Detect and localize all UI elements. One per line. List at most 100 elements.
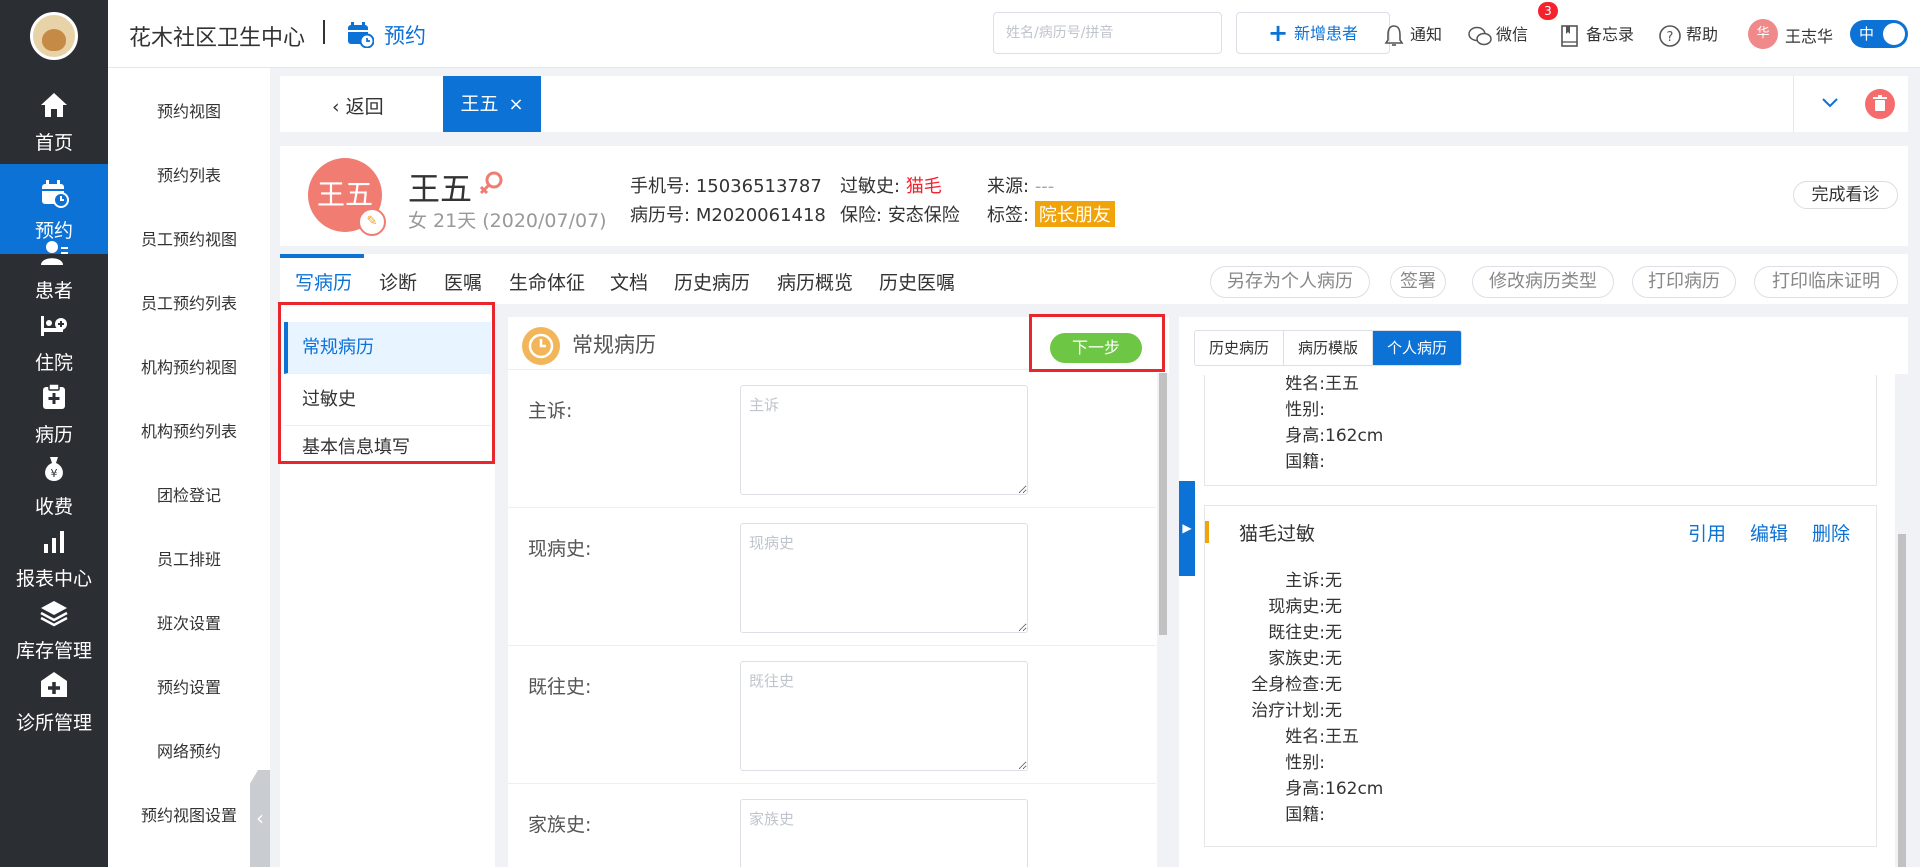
tab-documents[interactable]: 文档 bbox=[610, 268, 648, 295]
subnav-item[interactable]: 预约列表 bbox=[108, 162, 270, 186]
expand-panel-button[interactable]: ▶ bbox=[1179, 481, 1195, 576]
nav-item-clinic-admin[interactable]: 诊所管理 bbox=[0, 656, 108, 734]
clinic-name: 花木社区卫生中心 bbox=[129, 26, 306, 51]
tab-diagnosis[interactable]: 诊断 bbox=[379, 268, 417, 295]
tab-record-overview[interactable]: 病历概览 bbox=[777, 268, 853, 295]
record-value: M2020061418 bbox=[695, 205, 826, 226]
subnav-item[interactable]: 员工预约视图 bbox=[108, 226, 270, 250]
allergy-value: 猫毛 bbox=[905, 176, 942, 197]
notification-button[interactable]: 通知 bbox=[1382, 22, 1442, 48]
patient-avatar-text: 王五 bbox=[316, 178, 373, 211]
field-label: 家族史: bbox=[528, 814, 592, 836]
tab-history-records[interactable]: 历史病历 bbox=[674, 268, 750, 295]
highlight-box bbox=[1029, 314, 1165, 372]
personal-record-card: 猫毛过敏 引用 编辑 删除 主诉:无 现病史:无 既往史:无 家族史:无 全身检… bbox=[1204, 505, 1877, 847]
insurance-value: 安态保险 bbox=[887, 205, 960, 226]
subnav-item[interactable]: 机构预约视图 bbox=[108, 354, 270, 378]
caret-right-icon: ▶ bbox=[1182, 521, 1192, 535]
subnav-item[interactable]: 预约视图设置 bbox=[108, 802, 270, 826]
close-icon[interactable]: × bbox=[508, 94, 523, 115]
field-key: 身高: bbox=[1285, 426, 1325, 446]
subnav-item[interactable]: 网络预约 bbox=[108, 738, 270, 762]
save-personal-record-button[interactable]: 另存为个人病历 bbox=[1210, 266, 1370, 298]
field-key: 姓名: bbox=[1285, 727, 1325, 747]
edit-link[interactable]: 编辑 bbox=[1750, 519, 1788, 546]
field-label: 既往史: bbox=[528, 676, 592, 698]
delete-button[interactable] bbox=[1865, 89, 1895, 119]
field-value: 王五 bbox=[1325, 727, 1359, 747]
past-history-input[interactable] bbox=[740, 661, 1028, 771]
card-title: 猫毛过敏 bbox=[1239, 523, 1316, 545]
family-history-input[interactable] bbox=[740, 799, 1028, 867]
quote-link[interactable]: 引用 bbox=[1688, 519, 1726, 546]
finish-visit-button[interactable]: 完成看诊 bbox=[1793, 181, 1898, 209]
tab-history-orders[interactable]: 历史医嘱 bbox=[879, 268, 955, 295]
tag-value: 院长朋友 bbox=[1034, 201, 1115, 227]
print-record-button[interactable]: 打印病历 bbox=[1632, 266, 1736, 298]
back-button[interactable]: ‹ 返回 bbox=[332, 92, 384, 119]
panel-scrollbar[interactable] bbox=[1895, 374, 1908, 867]
nav-label: 首页 bbox=[34, 132, 73, 154]
form-scrollbar[interactable] bbox=[1157, 373, 1169, 867]
header-divider bbox=[323, 20, 325, 44]
field-key: 家族史: bbox=[1268, 649, 1325, 669]
tab-history-records-ref[interactable]: 历史病历 bbox=[1195, 331, 1285, 365]
notification-label: 通知 bbox=[1410, 25, 1443, 44]
user-avatar-image[interactable] bbox=[30, 12, 78, 60]
user-name[interactable]: 王志华 bbox=[1785, 23, 1833, 47]
user-avatar[interactable]: 华 bbox=[1748, 19, 1778, 49]
calendar-clock-icon bbox=[348, 22, 374, 48]
tab-record-templates[interactable]: 病历模版 bbox=[1284, 331, 1374, 365]
change-record-type-button[interactable]: 修改病历类型 bbox=[1472, 266, 1614, 298]
tab-personal-records[interactable]: 个人病历 bbox=[1373, 331, 1462, 365]
form-row: 家族史: bbox=[508, 783, 1156, 867]
scrollbar-thumb[interactable] bbox=[1159, 373, 1167, 635]
help-button[interactable]: ? 帮助 bbox=[1658, 22, 1718, 48]
subnav-item[interactable]: 机构预约列表 bbox=[108, 418, 270, 442]
scrollbar-thumb[interactable] bbox=[1898, 534, 1906, 867]
subnav-item[interactable]: 员工排班 bbox=[108, 546, 270, 570]
language-label: 中 bbox=[1859, 25, 1875, 43]
trash-icon bbox=[1873, 95, 1887, 111]
tab-patient[interactable]: 王五 × bbox=[443, 76, 541, 132]
tab-write-record[interactable]: 写病历 bbox=[295, 268, 352, 295]
tab-orders[interactable]: 医嘱 bbox=[444, 268, 482, 295]
wechat-button[interactable]: 微信 bbox=[1468, 22, 1528, 48]
subnav-item[interactable]: 班次设置 bbox=[108, 610, 270, 634]
record-field: 姓名:王五 bbox=[1205, 722, 1359, 747]
print-clinical-certificate-button[interactable]: 打印临床证明 bbox=[1754, 266, 1898, 298]
memo-button[interactable]: 备忘录 bbox=[1558, 22, 1634, 48]
subnav-item[interactable]: 团检登记 bbox=[108, 482, 270, 506]
chevron-down-icon[interactable] bbox=[1820, 92, 1840, 112]
field-key: 性别: bbox=[1285, 753, 1325, 773]
field-value: 无 bbox=[1325, 649, 1342, 669]
chief-complaint-input[interactable] bbox=[740, 385, 1028, 495]
bar-chart-icon bbox=[44, 531, 64, 553]
patient-search-input[interactable] bbox=[993, 12, 1222, 54]
field-value: 162cm bbox=[1325, 426, 1384, 446]
subnav-item[interactable]: 员工预约列表 bbox=[108, 290, 270, 314]
edit-avatar-icon[interactable]: ✎ bbox=[358, 208, 386, 236]
subnav-item[interactable]: 预约设置 bbox=[108, 674, 270, 698]
field-value: 无 bbox=[1325, 571, 1342, 591]
field-key: 姓名: bbox=[1285, 375, 1325, 394]
record-field: 国籍: bbox=[1205, 800, 1325, 825]
bell-icon bbox=[1384, 24, 1404, 46]
delete-link[interactable]: 删除 bbox=[1812, 519, 1850, 546]
calendar-icon bbox=[42, 180, 69, 208]
record-tabs: 写病历 诊断 医嘱 生命体征 文档 历史病历 病历概览 历史医嘱 另存为个人病历… bbox=[280, 254, 1908, 304]
phone-value: 15036513787 bbox=[695, 176, 822, 197]
subnav-item[interactable]: 预约视图 bbox=[108, 98, 270, 122]
new-patient-button[interactable]: + 新增患者 bbox=[1236, 12, 1390, 54]
nav-item-home[interactable]: 首页 bbox=[0, 76, 108, 164]
svg-text:¥: ¥ bbox=[51, 467, 58, 480]
tab-vitals[interactable]: 生命体征 bbox=[509, 268, 585, 295]
sign-button[interactable]: 签署 bbox=[1390, 266, 1446, 298]
field-value: 无 bbox=[1325, 701, 1342, 721]
collapse-sidebar-button[interactable]: ‹ bbox=[250, 770, 270, 867]
language-toggle[interactable]: 中 bbox=[1850, 20, 1908, 48]
cat-avatar-icon bbox=[42, 29, 66, 51]
record-field: 治疗计划:无 bbox=[1205, 696, 1342, 721]
patient-avatar: 王五 ✎ bbox=[308, 158, 386, 236]
present-illness-input[interactable] bbox=[740, 523, 1028, 633]
